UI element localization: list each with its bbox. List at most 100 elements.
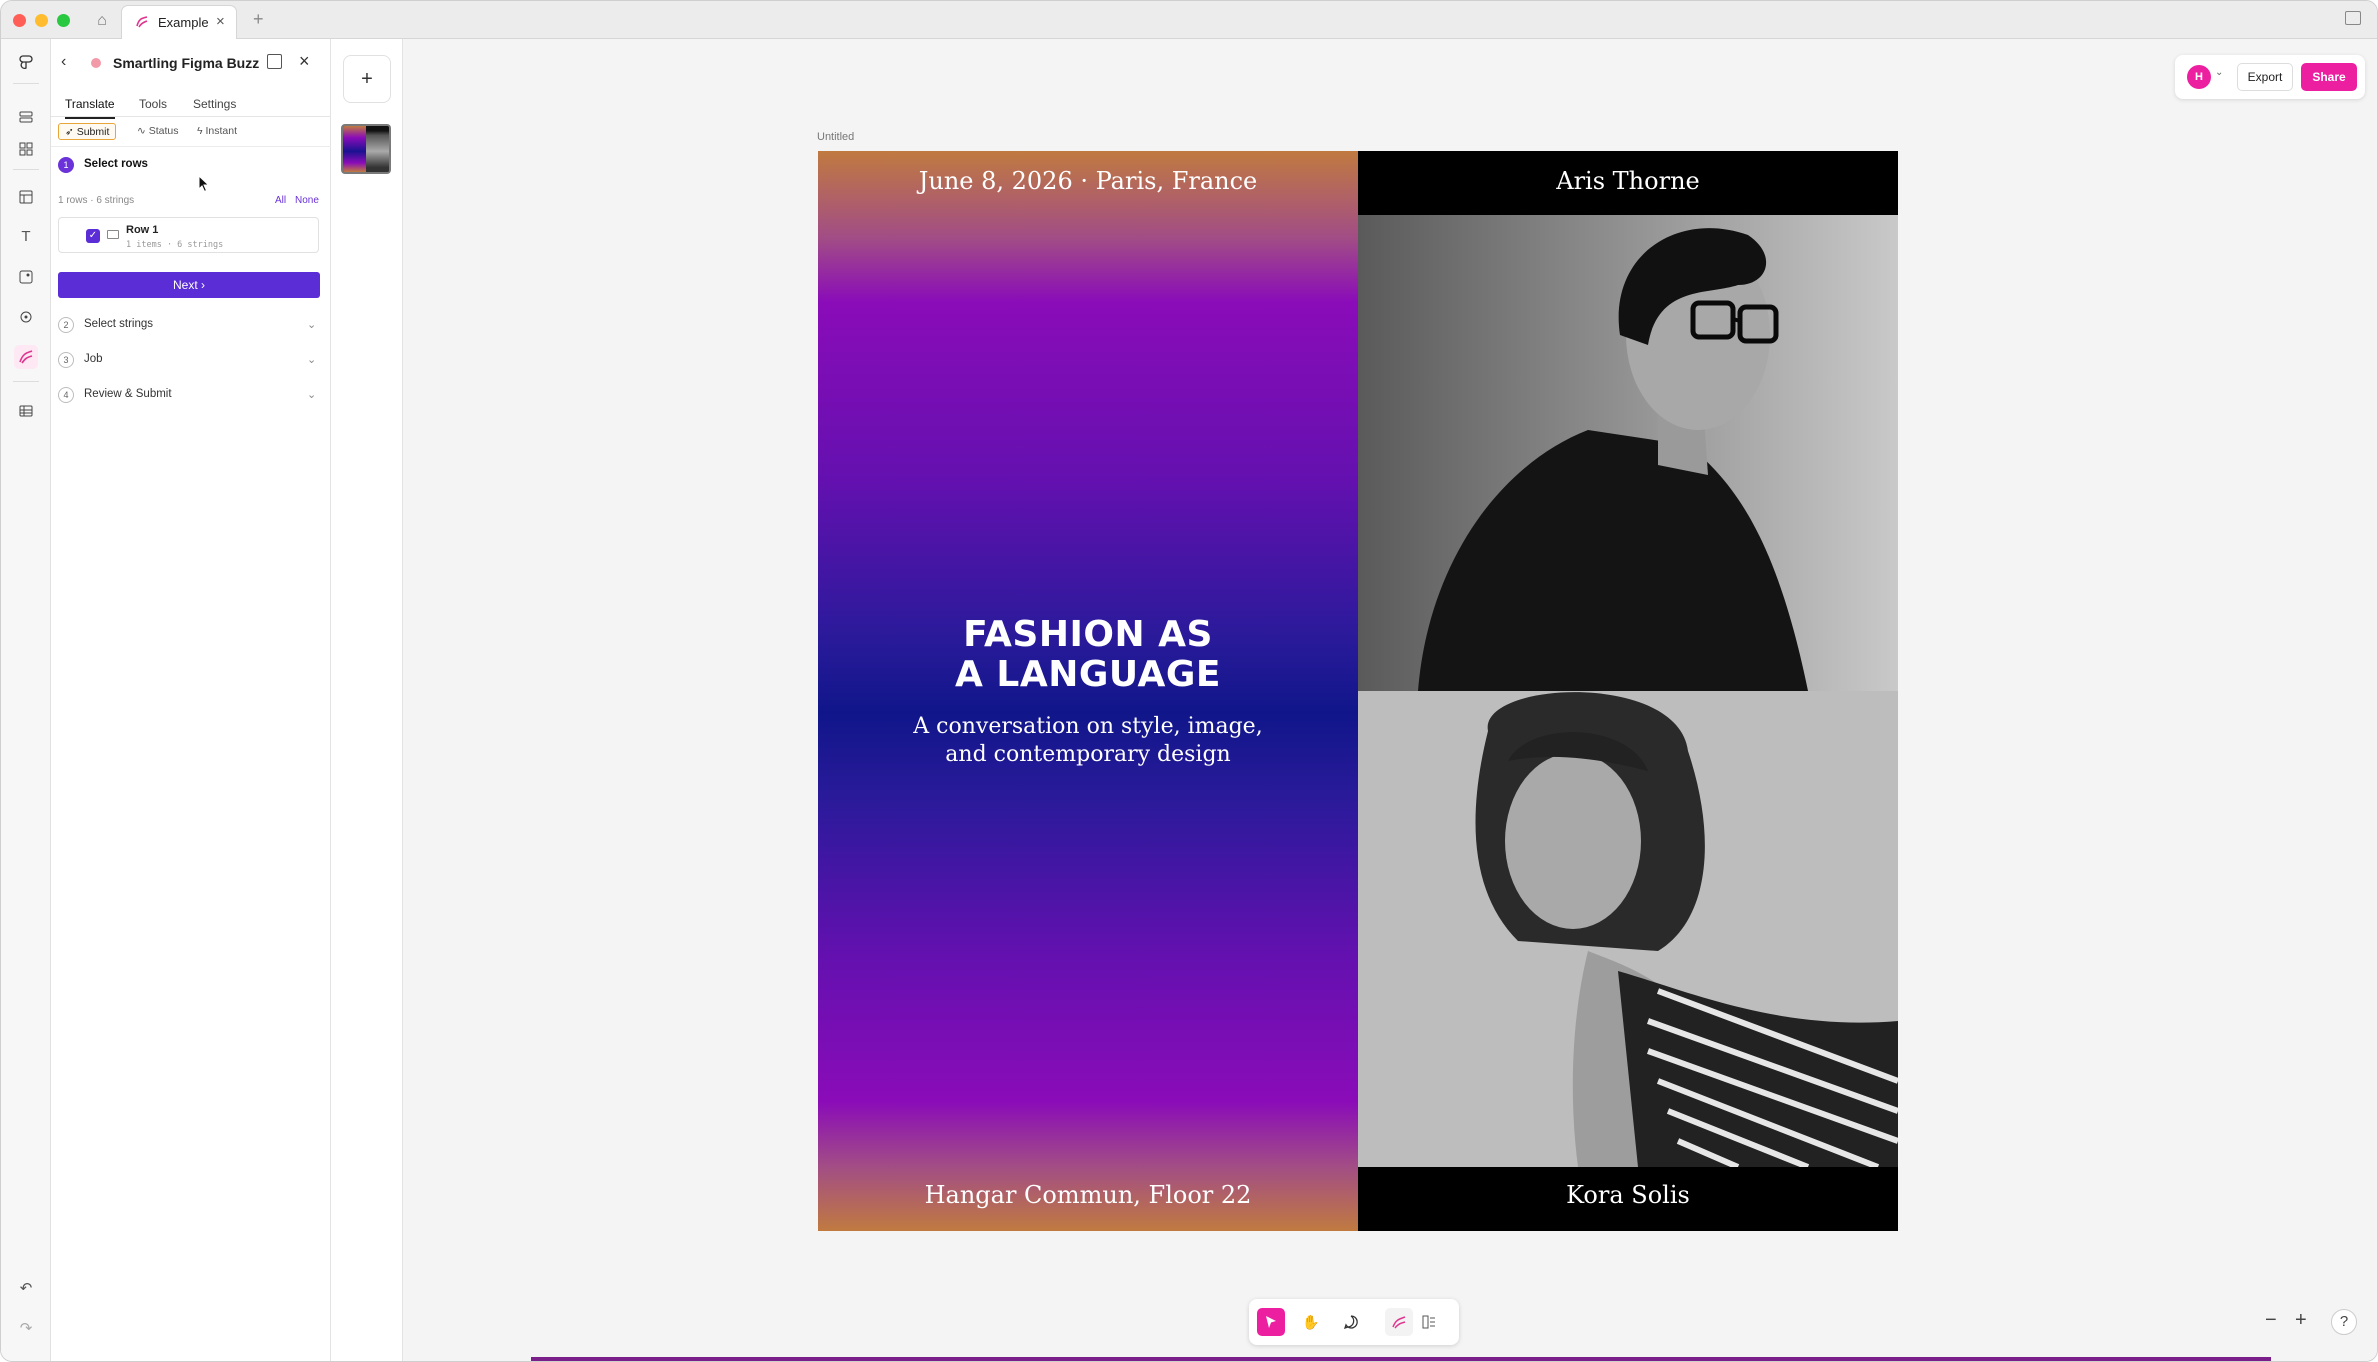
step-select-rows[interactable]: 1 Select rows [51, 156, 331, 176]
layers-icon[interactable] [14, 105, 38, 129]
layout-icon[interactable] [14, 185, 38, 209]
step-select-strings[interactable]: 2 Select strings ⌄ [51, 316, 331, 336]
gradient-panel: June 8, 2026 · Paris, France FASHION AS … [818, 151, 1358, 1231]
browser-tab[interactable]: Example × [121, 5, 237, 39]
row-sub: 1 items · 6 strings [126, 240, 224, 250]
page-thumbnail[interactable] [341, 124, 391, 174]
undo-icon[interactable]: ↶ [14, 1277, 38, 1301]
event-date: June 8, 2026 · Paris, France [918, 167, 1258, 195]
chevron-down-icon: ⌄ [307, 319, 317, 331]
step-number: 1 [58, 157, 74, 173]
tab-settings[interactable]: Settings [193, 97, 236, 111]
zoom-controls: − + [2257, 1307, 2317, 1337]
maximize-window-button[interactable] [57, 14, 70, 27]
back-chevron-icon[interactable]: ‹ [61, 53, 66, 71]
select-none-link[interactable]: None [295, 195, 319, 206]
step-label: Select strings [84, 318, 154, 330]
mode-submit[interactable]: ➶ Submit [58, 123, 117, 140]
mode-submit-label: Submit [76, 126, 110, 138]
chevron-down-icon: ⌄ [307, 389, 317, 401]
next-button[interactable]: Next › [58, 272, 320, 298]
close-tab-icon[interactable]: × [216, 13, 225, 30]
step-job[interactable]: 3 Job ⌄ [51, 351, 331, 371]
headline-line-2: A LANGUAGE [955, 654, 1221, 695]
tab-tools[interactable]: Tools [139, 97, 167, 111]
step-label: Job [84, 353, 103, 365]
close-icon[interactable]: × [299, 51, 310, 72]
redo-icon[interactable]: ↷ [14, 1317, 38, 1341]
folder-icon [107, 230, 119, 239]
image-icon[interactable] [14, 265, 38, 289]
component-icon[interactable] [14, 305, 38, 329]
assets-icon[interactable] [14, 137, 38, 161]
share-button[interactable]: Share [2301, 63, 2357, 91]
widget-icon[interactable] [1415, 1308, 1443, 1336]
mode-status[interactable]: ∿ Status [131, 123, 185, 140]
zoom-out-button[interactable]: − [2265, 1309, 2277, 1332]
tab-translate[interactable]: Translate [65, 97, 115, 119]
plugin-tool-icon[interactable] [1385, 1308, 1413, 1336]
mode-instant[interactable]: ϟ Instant [191, 123, 243, 140]
hand-icon[interactable]: ✋ [1297, 1308, 1325, 1336]
close-window-button[interactable] [13, 14, 26, 27]
step-review-submit[interactable]: 4 Review & Submit ⌄ [51, 386, 331, 406]
frame-label[interactable]: Untitled [817, 131, 854, 143]
speaker-name-top: Aris Thorne [1556, 167, 1700, 195]
new-tab-button[interactable]: + [253, 9, 264, 30]
minimize-window-button[interactable] [35, 14, 48, 27]
plugin-title: Smartling Figma Buzz [113, 55, 260, 71]
plugin-tabs: Translate Tools Settings [51, 91, 331, 119]
row-name: Row 1 [126, 224, 159, 236]
step-number: 4 [58, 387, 74, 403]
mode-instant-label: Instant [205, 125, 238, 137]
move-icon[interactable] [1257, 1308, 1285, 1336]
select-all-link[interactable]: All [275, 195, 286, 206]
design-frame[interactable]: June 8, 2026 · Paris, France FASHION AS … [818, 151, 1898, 1231]
plugin-icon[interactable] [14, 345, 38, 369]
step-number: 3 [58, 352, 74, 368]
chevron-down-icon: ⌄ [307, 354, 317, 366]
row-checkbox[interactable]: ✓ [86, 229, 100, 243]
table-icon[interactable] [14, 399, 38, 423]
thumb-right [366, 126, 389, 172]
plugin-logo-icon [91, 58, 101, 68]
canvas-bottom-bar [531, 1357, 2271, 1361]
step-number: 2 [58, 317, 74, 333]
chevron-down-icon[interactable]: ⌄ [2215, 67, 2223, 78]
subheadline-line-2: and contemporary design [945, 742, 1231, 767]
text-icon[interactable]: T [14, 225, 38, 249]
step-label: Select rows [84, 158, 148, 170]
portrait-photo-woman [1358, 691, 1898, 1167]
mode-status-label: Status [148, 125, 179, 137]
rows-meta: 1 rows · 6 strings [58, 195, 135, 206]
rail-divider [13, 169, 39, 170]
mode-switcher: ➶ Submit ∿ Status ϟ Instant [51, 123, 331, 147]
headline: FASHION AS A LANGUAGE [818, 615, 1358, 695]
share-toolbar: H ⌄ Export Share [2175, 55, 2365, 99]
venue: Hangar Commun, Floor 22 [924, 1181, 1252, 1209]
avatar[interactable]: H [2187, 65, 2211, 89]
popout-icon[interactable] [267, 54, 282, 69]
headline-line-1: FASHION AS [963, 614, 1213, 655]
buzz-icon [136, 16, 148, 28]
figma-icon[interactable] [14, 51, 38, 75]
export-button[interactable]: Export [2237, 63, 2293, 91]
portrait-photo-man [1358, 215, 1898, 691]
speaker-name-bottom: Kora Solis [1566, 1181, 1690, 1209]
sidebar-toggle-icon[interactable] [2345, 11, 2361, 25]
subheadline-line-1: A conversation on style, image, [913, 714, 1263, 739]
row-item[interactable]: ✓ Row 1 1 items · 6 strings [58, 217, 319, 253]
help-button[interactable]: ? [2331, 1309, 2357, 1335]
subheadline: A conversation on style, image, and cont… [888, 713, 1288, 769]
home-icon[interactable]: ⌂ [91, 10, 113, 32]
next-label: Next [172, 278, 198, 292]
comment-icon[interactable] [1337, 1308, 1365, 1336]
app-window: ⌂ Example × + T ↶ ↷ ‹ Smartling Figma Bu… [0, 0, 2378, 1362]
step-label: Review & Submit [84, 388, 172, 400]
pages-strip: + [331, 39, 403, 1361]
rail-divider [13, 83, 39, 84]
title-bar: ⌂ Example × + [1, 1, 2377, 39]
thumb-left [343, 126, 366, 172]
add-page-button[interactable]: + [343, 55, 391, 103]
zoom-in-button[interactable]: + [2295, 1309, 2307, 1332]
